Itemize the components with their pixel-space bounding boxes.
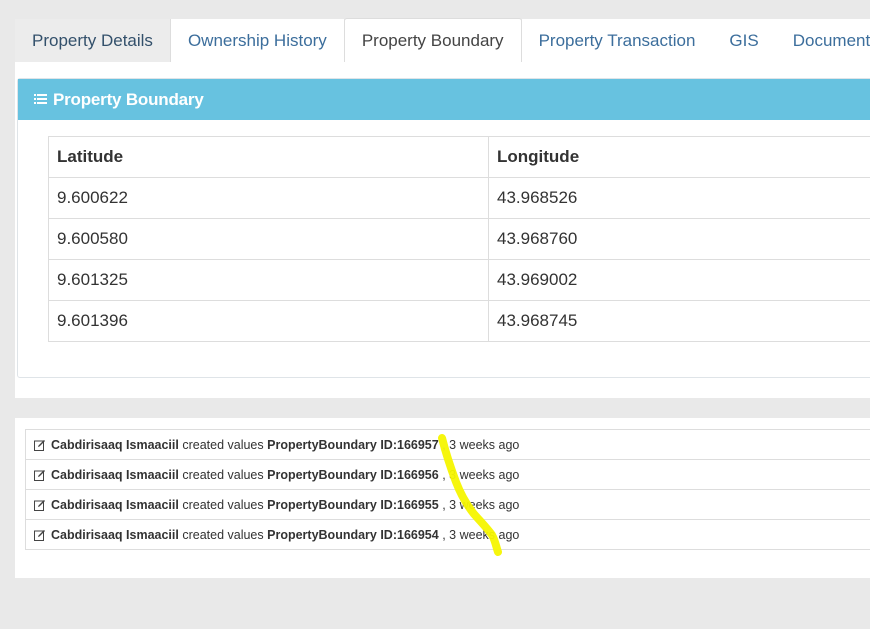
activity-separator: , — [442, 527, 446, 542]
activity-separator: , — [442, 437, 446, 452]
longitude-cell: 43.968760 — [488, 218, 870, 260]
latitude-cell: 9.601396 — [48, 300, 489, 342]
activity-item: Cabdirisaaq Ismaaciil created values Pro… — [25, 430, 870, 460]
activity-item: Cabdirisaaq Ismaaciil created values Pro… — [25, 460, 870, 490]
activity-action: created values — [182, 527, 264, 542]
property-boundary-panel: Property Boundary Latitude Longitude 9.6… — [17, 78, 870, 378]
edit-icon — [34, 469, 45, 481]
edit-icon — [34, 499, 45, 511]
longitude-cell: 43.969002 — [488, 259, 870, 301]
activity-user: Cabdirisaaq Ismaaciil — [51, 497, 179, 512]
panel-title: Property Boundary — [53, 89, 204, 109]
activity-entity: PropertyBoundary ID:166955 — [267, 497, 439, 512]
table-row: 9.600622 43.968526 — [48, 177, 870, 219]
tab-content: Property Boundary Latitude Longitude 9.6… — [15, 62, 870, 398]
activity-time: 3 weeks ago — [449, 467, 520, 482]
longitude-cell: 43.968526 — [488, 177, 870, 219]
column-header-longitude: Longitude — [488, 136, 870, 178]
activity-user: Cabdirisaaq Ismaaciil — [51, 437, 179, 452]
activity-separator: , — [442, 467, 446, 482]
activity-entity: PropertyBoundary ID:166957 — [267, 437, 439, 452]
activity-log: Cabdirisaaq Ismaaciil created values Pro… — [25, 429, 870, 550]
list-icon — [34, 90, 47, 110]
activity-action: created values — [182, 497, 264, 512]
activity-user: Cabdirisaaq Ismaaciil — [51, 527, 179, 542]
tab-ownership-history[interactable]: Ownership History — [170, 19, 344, 63]
activity-action: created values — [182, 437, 264, 452]
activity-entity: PropertyBoundary ID:166956 — [267, 467, 439, 482]
tab-property-transaction[interactable]: Property Transaction — [521, 19, 713, 63]
longitude-cell: 43.968745 — [488, 300, 870, 342]
activity-log-panel: Cabdirisaaq Ismaaciil created values Pro… — [15, 418, 870, 578]
table-row: 9.601325 43.969002 — [48, 259, 870, 301]
column-header-latitude: Latitude — [48, 136, 489, 178]
activity-time: 3 weeks ago — [449, 497, 520, 512]
activity-entity: PropertyBoundary ID:166954 — [267, 527, 439, 542]
boundary-table: Latitude Longitude 9.600622 43.968526 9.… — [48, 136, 870, 342]
edit-icon — [34, 439, 45, 451]
activity-action: created values — [182, 467, 264, 482]
table-row: 9.601396 43.968745 — [48, 300, 870, 342]
panel-header: Property Boundary — [18, 79, 870, 120]
activity-separator: , — [442, 497, 446, 512]
activity-time: 3 weeks ago — [449, 527, 520, 542]
latitude-cell: 9.600580 — [48, 218, 489, 260]
activity-user: Cabdirisaaq Ismaaciil — [51, 467, 179, 482]
table-header-row: Latitude Longitude — [48, 136, 870, 178]
latitude-cell: 9.600622 — [48, 177, 489, 219]
tab-gis[interactable]: GIS — [712, 19, 776, 63]
tab-property-details[interactable]: Property Details — [15, 19, 171, 63]
latitude-cell: 9.601325 — [48, 259, 489, 301]
activity-item: Cabdirisaaq Ismaaciil created values Pro… — [25, 520, 870, 550]
activity-item: Cabdirisaaq Ismaaciil created values Pro… — [25, 490, 870, 520]
tab-property-boundary[interactable]: Property Boundary — [343, 18, 522, 63]
activity-time: 3 weeks ago — [449, 437, 520, 452]
table-row: 9.600580 43.968760 — [48, 218, 870, 260]
tab-bar: Property Details Ownership History Prope… — [15, 18, 870, 63]
tab-documents[interactable]: Documents — [775, 19, 870, 63]
edit-icon — [34, 529, 45, 541]
